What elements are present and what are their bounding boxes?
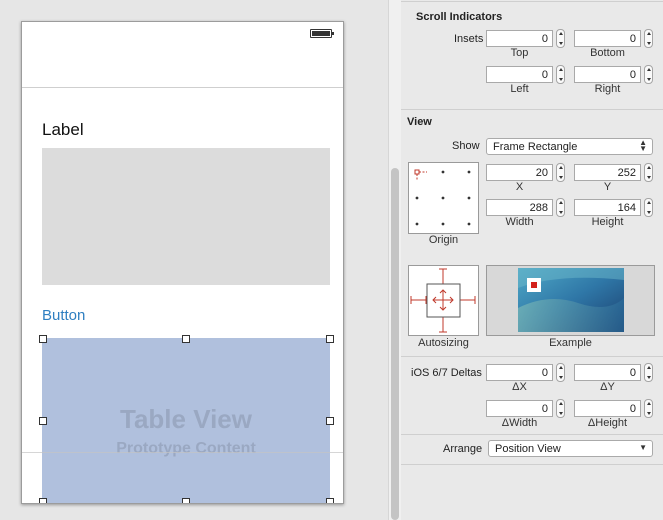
- canvas-scrollbar[interactable]: [388, 0, 401, 520]
- resize-handle-bottom[interactable]: [182, 498, 190, 503]
- gray-view[interactable]: [42, 148, 330, 285]
- table-view-title: Table View: [120, 404, 252, 434]
- inset-top-field[interactable]: 0: [486, 30, 553, 47]
- deltas-label: iOS 6/7 Deltas: [411, 367, 482, 379]
- origin-selector[interactable]: [408, 162, 479, 234]
- table-view[interactable]: Table View Prototype Content: [42, 338, 330, 503]
- resize-handle-right[interactable]: [326, 417, 334, 425]
- inset-bottom-caption: Bottom: [590, 47, 625, 59]
- inset-bottom-stepper[interactable]: [644, 29, 653, 48]
- divider: [401, 109, 663, 110]
- delta-width-caption: ΔWidth: [501, 417, 538, 429]
- delta-width-stepper[interactable]: [556, 399, 565, 418]
- arrange-popup[interactable]: Position View ▼: [488, 440, 653, 457]
- width-caption: Width: [505, 216, 534, 228]
- show-popup[interactable]: Frame Rectangle ▲ ▼: [486, 138, 653, 155]
- table-view-subtitle: Prototype Content: [116, 440, 256, 457]
- divider: [401, 434, 663, 435]
- scrollbar-thumb[interactable]: [391, 168, 399, 520]
- x-caption: X: [515, 181, 524, 193]
- delta-height-stepper[interactable]: [644, 399, 653, 418]
- height-caption: Height: [591, 216, 624, 228]
- size-inspector: Scroll Indicators Insets 0 Top 0 Bottom …: [401, 0, 663, 520]
- x-stepper[interactable]: [556, 163, 565, 182]
- delta-y-caption: ΔY: [600, 381, 615, 393]
- divider: [401, 356, 663, 357]
- height-field[interactable]: 164: [574, 199, 641, 216]
- autosizing-strut-icon: [410, 268, 476, 333]
- y-stepper[interactable]: [644, 163, 653, 182]
- inset-bottom-field[interactable]: 0: [574, 30, 641, 47]
- delta-height-field[interactable]: 0: [574, 400, 641, 417]
- height-stepper[interactable]: [644, 198, 653, 217]
- delta-x-stepper[interactable]: [556, 363, 565, 382]
- inset-top-caption: Top: [510, 47, 529, 59]
- resize-handle-top[interactable]: [182, 335, 190, 343]
- example-preview: [486, 265, 655, 336]
- inset-right-field[interactable]: 0: [574, 66, 641, 83]
- inset-left-field[interactable]: 0: [486, 66, 553, 83]
- navigation-bar-divider: [22, 87, 343, 88]
- divider: [401, 1, 663, 2]
- resize-handle-left[interactable]: [39, 417, 47, 425]
- popup-arrows-icon: ▲ ▼: [639, 138, 647, 153]
- width-field[interactable]: 288: [486, 199, 553, 216]
- resize-handle-bottom-left[interactable]: [39, 498, 47, 503]
- storyboard-canvas[interactable]: Label Button Table View Prototype Conten…: [0, 0, 388, 520]
- ui-button[interactable]: Button: [42, 307, 85, 324]
- chevron-down-icon: ▼: [639, 443, 647, 452]
- x-field[interactable]: 20: [486, 164, 553, 181]
- resize-handle-top-left[interactable]: [39, 335, 47, 343]
- divider: [401, 464, 663, 465]
- battery-icon: [310, 29, 334, 38]
- width-stepper[interactable]: [556, 198, 565, 217]
- origin-caption: Origin: [428, 234, 459, 246]
- view-controller-scene[interactable]: Label Button Table View Prototype Conten…: [21, 21, 344, 504]
- autosizing-caption: Autosizing: [418, 337, 469, 349]
- view-section-header: View: [407, 116, 432, 128]
- y-caption: Y: [603, 181, 612, 193]
- arrange-label: Arrange: [443, 443, 483, 455]
- delta-x-caption: ΔX: [512, 381, 527, 393]
- toolbar-divider: [22, 452, 343, 453]
- y-field[interactable]: 252: [574, 164, 641, 181]
- origin-selector-icon: [414, 169, 471, 226]
- delta-height-caption: ΔHeight: [587, 417, 628, 429]
- delta-y-field[interactable]: 0: [574, 364, 641, 381]
- inset-left-caption: Left: [510, 83, 529, 95]
- inset-right-caption: Right: [594, 83, 621, 95]
- insets-label: Insets: [454, 33, 484, 45]
- resize-handle-top-right[interactable]: [326, 335, 334, 343]
- resize-handle-bottom-right[interactable]: [326, 498, 334, 503]
- scroll-indicators-header: Scroll Indicators: [416, 11, 503, 23]
- show-popup-value: Frame Rectangle: [493, 141, 578, 153]
- ui-label[interactable]: Label: [42, 120, 84, 140]
- inset-left-stepper[interactable]: [556, 65, 565, 84]
- example-caption: Example: [549, 337, 592, 349]
- delta-x-field[interactable]: 0: [486, 364, 553, 381]
- inset-top-stepper[interactable]: [556, 29, 565, 48]
- autosizing-control[interactable]: [408, 265, 479, 336]
- show-label: Show: [452, 140, 480, 152]
- arrange-popup-value: Position View: [495, 443, 561, 455]
- inset-right-stepper[interactable]: [644, 65, 653, 84]
- example-thumbnail-icon: [518, 268, 624, 332]
- delta-y-stepper[interactable]: [644, 363, 653, 382]
- delta-width-field[interactable]: 0: [486, 400, 553, 417]
